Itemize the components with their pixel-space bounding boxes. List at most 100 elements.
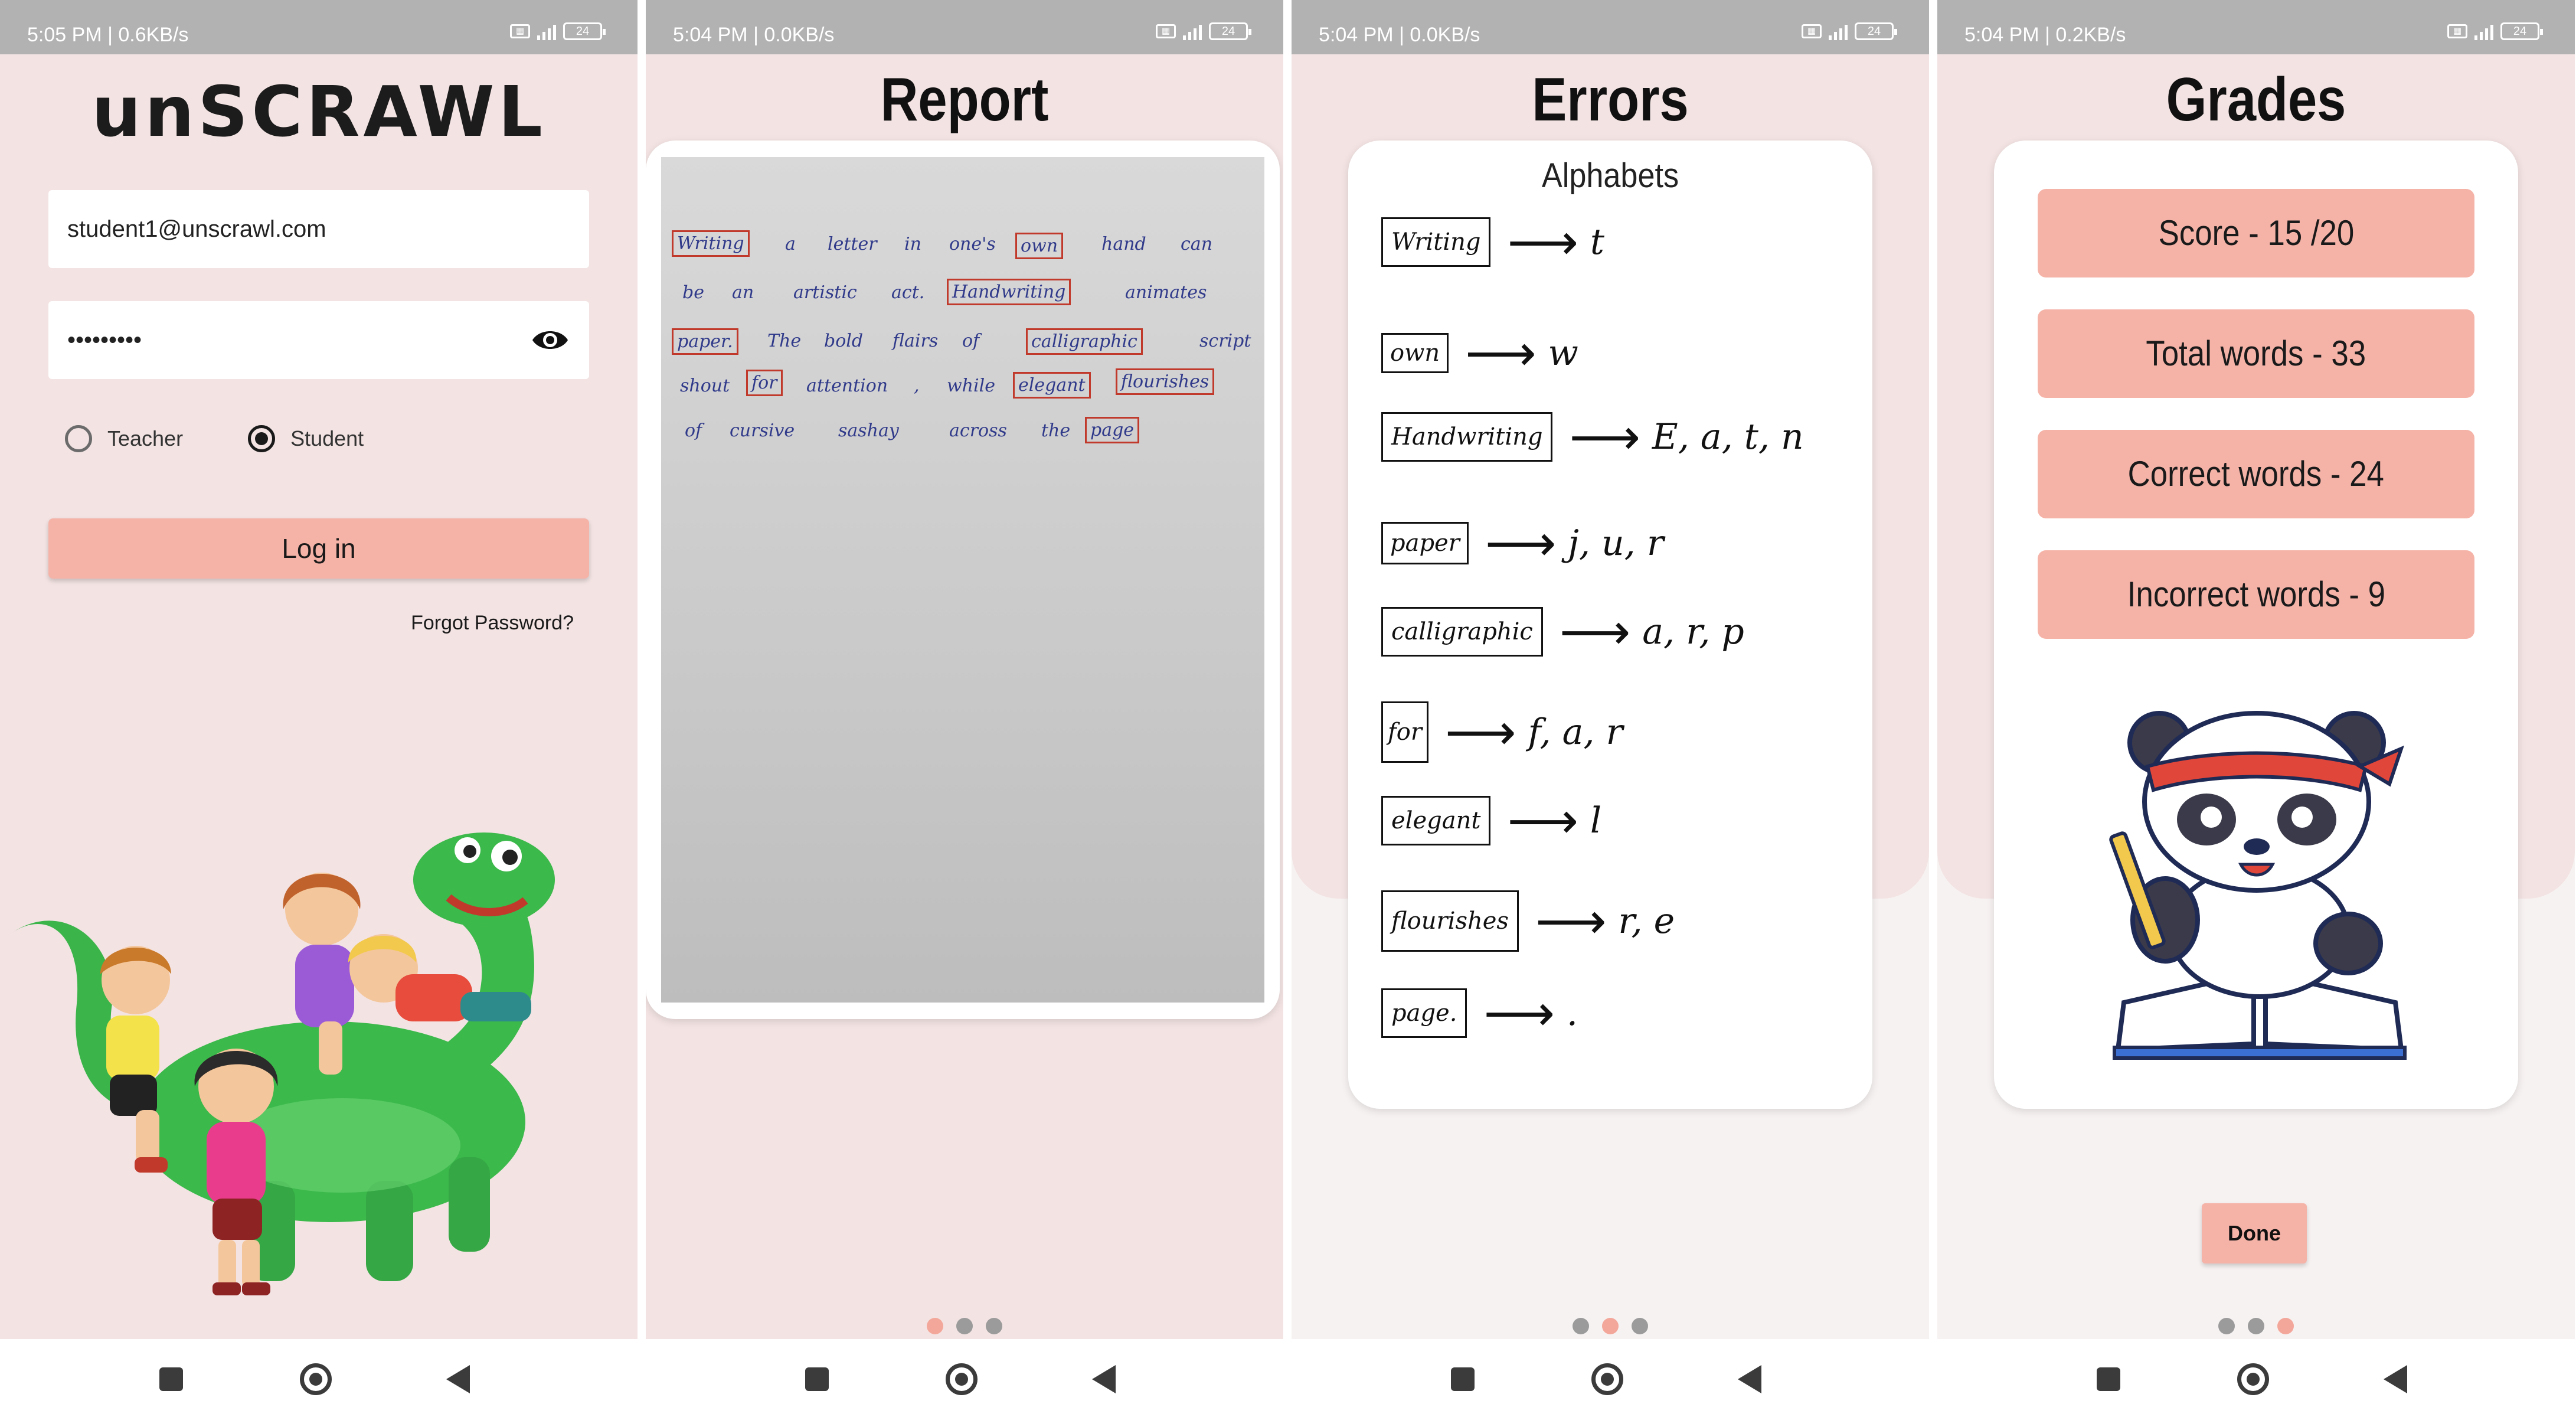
page-title: Grades bbox=[2166, 66, 2346, 134]
error-row: flourishes ⟶ r, e bbox=[1381, 890, 1675, 952]
error-row: own ⟶ w bbox=[1381, 328, 1578, 378]
page-dot-2[interactable] bbox=[1602, 1318, 1619, 1334]
page-dot-2[interactable] bbox=[956, 1318, 973, 1334]
battery-level: 24 bbox=[2513, 25, 2527, 38]
error-letters: r, e bbox=[1618, 900, 1675, 942]
recents-icon[interactable] bbox=[1451, 1367, 1475, 1391]
sim-icon: ▦ bbox=[1156, 24, 1176, 38]
back-icon[interactable] bbox=[1092, 1365, 1116, 1393]
word: shout bbox=[680, 376, 730, 396]
show-password-icon[interactable] bbox=[531, 325, 569, 355]
battery-icon: 24 bbox=[2500, 22, 2543, 40]
error-word: Writing bbox=[1381, 217, 1491, 267]
panda-reading-illustration bbox=[2109, 711, 2407, 1060]
battery-level: 24 bbox=[1221, 25, 1235, 38]
word: be bbox=[682, 282, 704, 303]
incorrect-words-text: Incorrect words - 9 bbox=[2127, 574, 2385, 614]
word: one's bbox=[949, 234, 996, 254]
done-button[interactable]: Done bbox=[2202, 1203, 2307, 1263]
error-word: paper bbox=[1381, 522, 1469, 564]
arrow-icon: ⟶ bbox=[1465, 325, 1537, 381]
status-bar: 5:04 PM | 0.0KB/s ▦ 24 bbox=[1292, 0, 1929, 54]
score-text: Score - 15 /20 bbox=[2158, 213, 2354, 253]
login-button[interactable]: Log in bbox=[48, 518, 589, 579]
email-field[interactable]: student1@unscrawl.com bbox=[48, 190, 589, 268]
battery-level: 24 bbox=[576, 25, 590, 38]
flagged-word[interactable]: Writing bbox=[672, 230, 750, 257]
page-dot-3[interactable] bbox=[986, 1318, 1002, 1334]
word: animates bbox=[1125, 282, 1207, 303]
back-icon[interactable] bbox=[2384, 1365, 2407, 1393]
page-indicator bbox=[646, 1318, 1283, 1334]
password-field[interactable]: ••••••••• bbox=[48, 301, 589, 379]
flagged-word[interactable]: Handwriting bbox=[947, 279, 1071, 305]
flagged-word[interactable]: for bbox=[746, 370, 783, 396]
status-bar: 5:04 PM | 0.2KB/s ▦ 24 bbox=[1937, 0, 2575, 54]
word: bold bbox=[824, 331, 864, 351]
flagged-word[interactable]: calligraphic bbox=[1026, 328, 1143, 355]
sim-icon: ▦ bbox=[2447, 24, 2467, 38]
home-icon[interactable] bbox=[300, 1363, 332, 1395]
battery-icon: 24 bbox=[1209, 22, 1251, 40]
home-icon[interactable] bbox=[2237, 1363, 2269, 1395]
total-words-badge: Total words - 33 bbox=[2038, 309, 2474, 398]
error-word: calligraphic bbox=[1381, 607, 1543, 657]
signal-icon bbox=[1183, 22, 1202, 40]
errors-screen: 5:04 PM | 0.0KB/s ▦ 24 Errors Alphabets … bbox=[1292, 0, 1929, 1417]
recents-icon[interactable] bbox=[159, 1367, 183, 1391]
student-radio[interactable] bbox=[248, 425, 276, 452]
password-value: ••••••••• bbox=[67, 327, 142, 353]
recents-icon[interactable] bbox=[2097, 1367, 2120, 1391]
role-student[interactable]: Student bbox=[248, 425, 364, 452]
arrow-icon: ⟶ bbox=[1483, 985, 1555, 1041]
teacher-radio[interactable] bbox=[65, 425, 92, 452]
word: across bbox=[949, 420, 1007, 441]
errors-card: Alphabets Writing ⟶ t own ⟶ w Handwritin… bbox=[1348, 141, 1872, 1109]
page-dot-1[interactable] bbox=[927, 1318, 943, 1334]
word: act. bbox=[891, 282, 925, 303]
error-word: for bbox=[1381, 701, 1429, 763]
role-selector: Teacher Student bbox=[65, 425, 364, 452]
status-bar: 5:05 PM | 0.6KB/s ▦ 24 bbox=[0, 0, 638, 54]
grades-screen: 5:04 PM | 0.2KB/s ▦ 24 Grades Score - 15… bbox=[1937, 0, 2575, 1417]
page-title: Errors bbox=[1532, 66, 1689, 134]
arrow-icon: ⟶ bbox=[1535, 893, 1607, 949]
back-icon[interactable] bbox=[1738, 1365, 1761, 1393]
page-dot-2[interactable] bbox=[2248, 1318, 2264, 1334]
battery-icon: 24 bbox=[563, 22, 606, 40]
correct-words-badge: Correct words - 24 bbox=[2038, 430, 2474, 518]
word: while bbox=[947, 376, 995, 396]
nav-bar bbox=[646, 1339, 1283, 1417]
home-icon[interactable] bbox=[946, 1363, 978, 1395]
page-dot-1[interactable] bbox=[1573, 1318, 1589, 1334]
page-dot-1[interactable] bbox=[2218, 1318, 2235, 1334]
error-letters: . bbox=[1566, 992, 1578, 1034]
word: in bbox=[904, 234, 921, 254]
arrow-icon: ⟶ bbox=[1507, 793, 1578, 848]
word: of bbox=[685, 420, 702, 441]
recents-icon[interactable] bbox=[805, 1367, 829, 1391]
forgot-password-link[interactable]: Forgot Password? bbox=[411, 612, 574, 635]
error-row: elegant ⟶ l bbox=[1381, 796, 1601, 845]
student-label: Student bbox=[290, 426, 364, 450]
page-dot-3[interactable] bbox=[1632, 1318, 1648, 1334]
home-icon[interactable] bbox=[1591, 1363, 1623, 1395]
error-word: Handwriting bbox=[1381, 412, 1553, 462]
role-teacher[interactable]: Teacher bbox=[65, 425, 183, 452]
page-dot-3[interactable] bbox=[2277, 1318, 2294, 1334]
back-icon[interactable] bbox=[446, 1365, 470, 1393]
flagged-word[interactable]: elegant bbox=[1013, 372, 1091, 399]
flagged-word[interactable]: page bbox=[1085, 417, 1140, 443]
flagged-word[interactable]: flourishes bbox=[1116, 368, 1215, 395]
app-logo: unSCRAWL bbox=[91, 71, 546, 152]
page-indicator bbox=[1292, 1318, 1929, 1334]
flagged-word[interactable]: paper. bbox=[672, 328, 738, 355]
handwriting-sheet: Writing a letter in one's own hand can b… bbox=[661, 157, 1264, 1003]
error-row: page. ⟶ . bbox=[1381, 988, 1578, 1038]
word: of bbox=[962, 331, 980, 351]
error-letters: j, u, r bbox=[1568, 523, 1664, 564]
flagged-word[interactable]: own bbox=[1015, 233, 1064, 259]
incorrect-words-badge: Incorrect words - 9 bbox=[2038, 550, 2474, 639]
nav-bar bbox=[0, 1339, 638, 1417]
kids-dinosaur-illustration bbox=[12, 832, 555, 1295]
